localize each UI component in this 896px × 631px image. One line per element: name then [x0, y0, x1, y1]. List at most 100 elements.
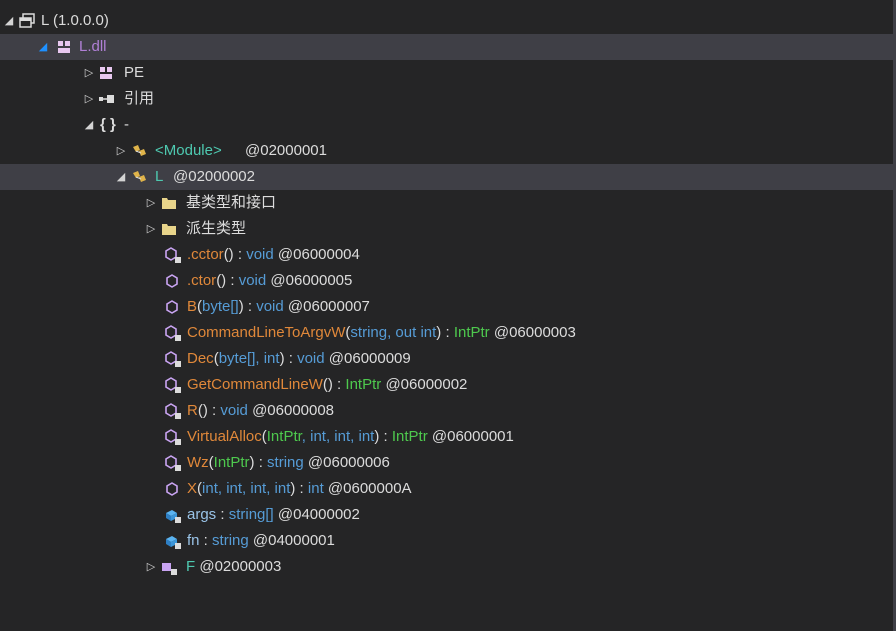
- tree-node-method[interactable]: Wz(IntPtr) : string @06000006: [0, 450, 893, 476]
- class-icon: [130, 142, 148, 160]
- tree-node-field[interactable]: fn : string @04000001: [0, 528, 893, 554]
- triangle-right-icon[interactable]: ▷: [114, 138, 128, 164]
- param-types: byte[], int: [218, 350, 280, 367]
- method-icon: [164, 246, 182, 264]
- tree-node-method[interactable]: X(int, int, int, int) : int @0600000A: [0, 476, 893, 502]
- method-name: GetCommandLineW: [187, 376, 323, 393]
- tree-node-pe[interactable]: ▷ PE: [0, 60, 893, 86]
- tree-node-base-types[interactable]: ▷ 基类型和接口: [0, 190, 893, 216]
- method-icon: [164, 402, 182, 420]
- field-icon: [164, 506, 182, 524]
- method-name: R: [187, 402, 198, 419]
- metadata-token: @02000003: [199, 558, 282, 575]
- metadata-token: @06000009: [328, 350, 411, 367]
- tree-node-references[interactable]: ▷ 引用: [0, 86, 893, 112]
- return-type: int: [307, 480, 324, 497]
- method-name: .ctor: [187, 272, 217, 289]
- field-icon: [164, 532, 182, 550]
- tree-node-class-f[interactable]: ▷ F @02000003: [0, 554, 893, 580]
- triangle-right-icon[interactable]: ▷: [82, 86, 96, 112]
- class-icon: [130, 168, 148, 186]
- tree-node-label: L (1.0.0.0): [41, 12, 109, 29]
- metadata-token: @02000002: [173, 168, 255, 185]
- param-types: string, out int: [350, 324, 437, 341]
- tree-node-namespace[interactable]: ◢ { } -: [0, 112, 893, 138]
- paren-close: ): [374, 428, 380, 445]
- return-type: IntPtr: [453, 324, 490, 341]
- tree-node-label: PE: [124, 64, 145, 81]
- tree-node-label: 基类型和接口: [186, 194, 277, 211]
- metadata-token: @02000001: [245, 142, 327, 159]
- tree-node-method[interactable]: GetCommandLineW() : IntPtr @06000002: [0, 372, 893, 398]
- tree-node-label: 派生类型: [186, 220, 247, 237]
- tree-node-derived-types[interactable]: ▷ 派生类型: [0, 216, 893, 242]
- tree-node-method[interactable]: B(byte[]) : void @06000007: [0, 294, 893, 320]
- metadata-token: @06000005: [270, 272, 353, 289]
- metadata-token: @06000003: [493, 324, 576, 341]
- return-type: IntPtr: [345, 376, 382, 393]
- field-type: string[]: [228, 506, 274, 523]
- method-name: Wz: [187, 454, 209, 471]
- method-icon: [164, 350, 182, 368]
- return-type: IntPtr: [391, 428, 428, 445]
- metadata-token: @06000002: [385, 376, 468, 393]
- metadata-token: @04000001: [252, 532, 335, 549]
- method-name: Dec: [187, 350, 214, 367]
- method-icon: [164, 376, 182, 394]
- metadata-token: @04000002: [277, 506, 360, 523]
- field-type: string: [212, 532, 249, 549]
- folder-icon: [160, 194, 178, 212]
- return-type: void: [238, 272, 267, 289]
- tree-node-label: 引用: [124, 90, 155, 107]
- metadata-token: @0600000A: [327, 480, 412, 497]
- method-signature: (): [197, 402, 208, 419]
- tree-node-method[interactable]: R() : void @06000008: [0, 398, 893, 424]
- method-name: CommandLineToArgvW: [187, 324, 346, 341]
- metadata-token: @06000004: [277, 246, 360, 263]
- triangle-down-icon[interactable]: ◢: [2, 8, 16, 34]
- method-name: B: [187, 298, 198, 315]
- tree-node-method[interactable]: VirtualAlloc(IntPtr, int, int, int) : In…: [0, 424, 893, 450]
- triangle-down-icon[interactable]: ◢: [114, 164, 128, 190]
- class-name: L: [155, 168, 164, 185]
- tree-node-module[interactable]: ◢ L.dll: [0, 34, 893, 60]
- param-types: , int, int, int: [301, 428, 375, 445]
- tree-node-method[interactable]: .ctor() : void @06000005: [0, 268, 893, 294]
- return-type: void: [256, 298, 284, 315]
- method-icon: [164, 480, 182, 498]
- namespace-icon: { }: [100, 116, 116, 133]
- method-icon: [164, 272, 182, 290]
- method-name: .cctor: [187, 246, 224, 263]
- method-icon: [164, 428, 182, 446]
- module-icon: [56, 38, 74, 56]
- tree-node-field[interactable]: args : string[] @04000002: [0, 502, 893, 528]
- paren-close: ): [238, 298, 244, 315]
- tree-node-label: -: [124, 116, 129, 133]
- paren-close: ): [279, 350, 285, 367]
- triangle-down-icon[interactable]: ◢: [36, 34, 50, 60]
- tree-node-method[interactable]: Dec(byte[], int) : void @06000009: [0, 346, 893, 372]
- triangle-right-icon[interactable]: ▷: [82, 60, 96, 86]
- tree-node-class-module[interactable]: ▷ <Module> @02000001: [0, 138, 893, 164]
- tree-node-class-l[interactable]: ◢ L @02000002: [0, 164, 893, 190]
- method-icon: [164, 298, 182, 316]
- triangle-right-icon[interactable]: ▷: [144, 554, 158, 580]
- method-icon: [164, 324, 182, 342]
- triangle-right-icon[interactable]: ▷: [144, 190, 158, 216]
- pe-icon: [98, 64, 116, 82]
- return-type: void: [220, 402, 248, 419]
- param-type-first: IntPtr: [213, 454, 250, 471]
- tree-node-method[interactable]: .cctor() : void @06000004: [0, 242, 893, 268]
- param-types: int, int, int, int: [202, 480, 291, 497]
- triangle-right-icon[interactable]: ▷: [144, 216, 158, 242]
- tree-node-method[interactable]: CommandLineToArgvW(string, out int) : In…: [0, 320, 893, 346]
- assembly-explorer-pane: ◢ L (1.0.0.0) ◢ L.dll ▷ PE ▷ 引用 ◢ {} - …: [0, 0, 896, 631]
- param-types: byte[]: [202, 298, 239, 315]
- tree-node-assembly[interactable]: ◢ L (1.0.0.0): [0, 8, 893, 34]
- triangle-down-icon[interactable]: ◢: [82, 112, 96, 138]
- assembly-icon: [18, 12, 36, 30]
- metadata-token: @06000008: [252, 402, 335, 419]
- class-icon: [160, 558, 178, 576]
- metadata-token: @06000006: [307, 454, 390, 471]
- return-type: void: [246, 246, 274, 263]
